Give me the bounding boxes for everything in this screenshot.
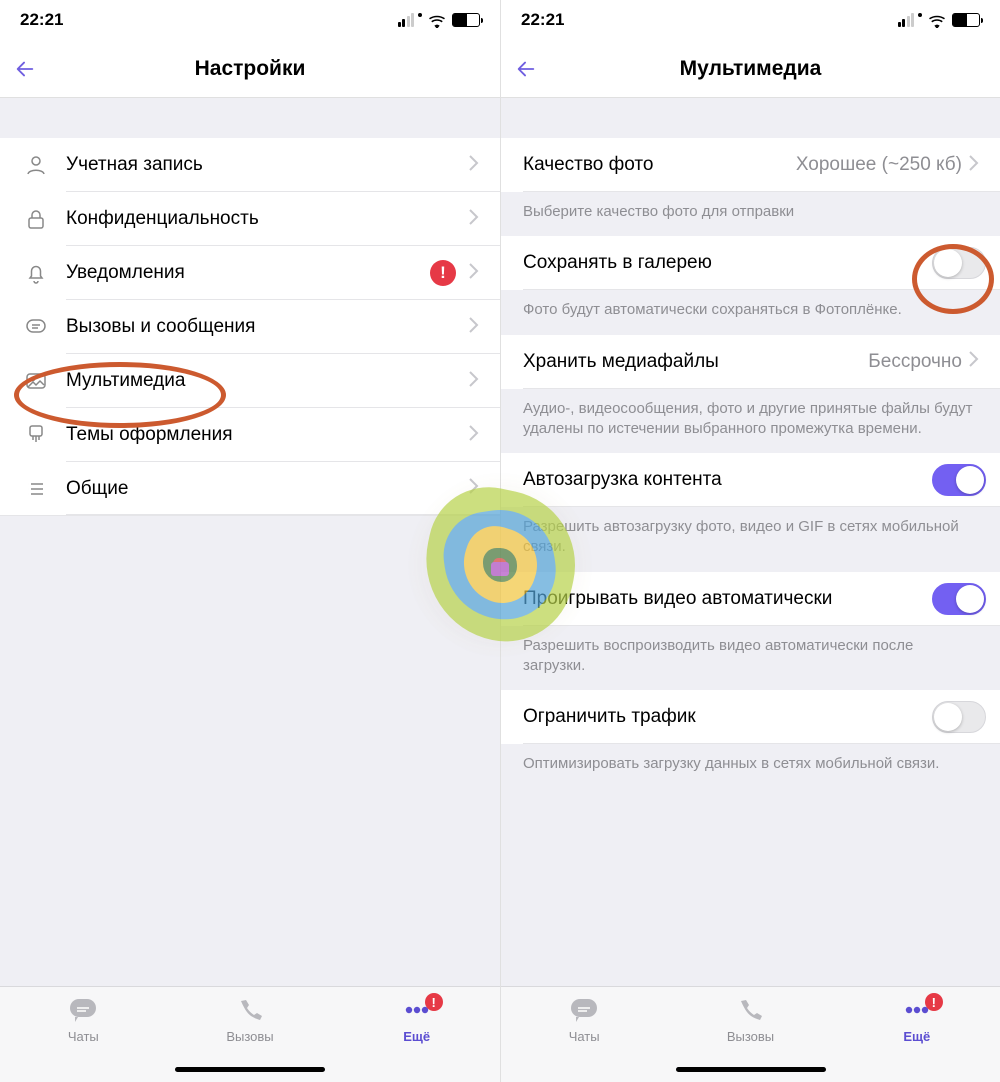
note-save-gallery: Фото будут автоматически сохраняться в Ф… xyxy=(501,290,1000,334)
wifi-icon xyxy=(428,13,446,27)
lock-icon xyxy=(22,205,50,233)
tab-label: Чаты xyxy=(569,1029,600,1044)
chevron-right-icon xyxy=(968,154,986,177)
tab-bar: Чаты Вызовы ! Ещё xyxy=(501,986,1000,1082)
tab-label: Ещё xyxy=(903,1029,930,1044)
image-icon xyxy=(22,367,50,395)
row-multimedia[interactable]: Мультимедиа xyxy=(0,354,500,408)
tab-label: Вызовы xyxy=(727,1029,774,1044)
row-label: Уведомления xyxy=(66,262,430,284)
cellular-icon xyxy=(398,13,415,27)
nav-header: Мультимедиа xyxy=(501,40,1000,98)
toggle-autoload[interactable] xyxy=(932,464,986,496)
toggle-limit-traffic[interactable] xyxy=(932,701,986,733)
row-autoplay[interactable]: Проигрывать видео автоматически xyxy=(501,572,1000,626)
row-label: Автозагрузка контента xyxy=(523,469,932,491)
settings-list: Учетная запись Конфиденциальность Уведом… xyxy=(0,138,500,516)
row-label: Темы оформления xyxy=(66,424,468,446)
row-value: Хорошее (~250 кб) xyxy=(796,154,962,176)
battery-icon xyxy=(952,13,980,27)
row-limit-traffic[interactable]: Ограничить трафик xyxy=(501,690,1000,744)
row-photo-quality[interactable]: Качество фото Хорошее (~250 кб) xyxy=(501,138,1000,192)
nav-header: Настройки xyxy=(0,40,500,98)
tab-label: Ещё xyxy=(403,1029,430,1044)
tab-chats[interactable]: Чаты xyxy=(502,995,667,1082)
chevron-right-icon xyxy=(468,424,486,447)
toggle-autoplay[interactable] xyxy=(932,583,986,615)
status-indicators xyxy=(898,13,981,27)
home-indicator[interactable] xyxy=(175,1067,325,1072)
back-button[interactable] xyxy=(515,58,537,80)
status-time: 22:21 xyxy=(521,10,564,30)
row-label: Качество фото xyxy=(523,154,796,176)
cellular-icon xyxy=(898,13,915,27)
chevron-right-icon xyxy=(468,477,486,500)
row-label: Хранить медиафайлы xyxy=(523,351,868,373)
note-autoplay: Разрешить воспроизводить видео автоматич… xyxy=(501,626,1000,691)
row-label: Проигрывать видео автоматически xyxy=(523,588,932,610)
tab-badge: ! xyxy=(925,993,943,1011)
row-autoload[interactable]: Автозагрузка контента xyxy=(501,453,1000,507)
note-limit-traffic: Оптимизировать загрузку данных в сетях м… xyxy=(501,744,1000,788)
phone-icon xyxy=(233,995,267,1025)
alert-badge: ! xyxy=(430,260,456,286)
row-privacy[interactable]: Конфиденциальность xyxy=(0,192,500,246)
row-general[interactable]: Общие xyxy=(0,462,500,516)
tab-bar: Чаты Вызовы ! Ещё xyxy=(0,986,500,1082)
brush-icon xyxy=(22,421,50,449)
person-icon xyxy=(22,151,50,179)
status-bar: 22:21 xyxy=(0,0,500,40)
note-keep-media: Аудио-, видеосообщения, фото и другие пр… xyxy=(501,389,1000,454)
row-label: Общие xyxy=(66,478,468,500)
chevron-right-icon xyxy=(468,316,486,339)
list-icon xyxy=(22,475,50,503)
tab-badge: ! xyxy=(425,993,443,1011)
row-label: Вызовы и сообщения xyxy=(66,316,468,338)
row-themes[interactable]: Темы оформления xyxy=(0,408,500,462)
row-keep-media[interactable]: Хранить медиафайлы Бессрочно xyxy=(501,335,1000,389)
note-autoload: Разрешить автозагрузку фото, видео и GIF… xyxy=(501,507,1000,572)
note-photo-quality: Выберите качество фото для отправки xyxy=(501,192,1000,236)
chat-icon xyxy=(22,313,50,341)
screen-settings: 22:21 Настройки Учетная запись xyxy=(0,0,500,1082)
tab-more[interactable]: ! Ещё xyxy=(334,995,499,1082)
row-label: Мультимедиа xyxy=(66,370,468,392)
chevron-right-icon xyxy=(468,208,486,231)
row-label: Конфиденциальность xyxy=(66,208,468,230)
tab-chats[interactable]: Чаты xyxy=(1,995,166,1082)
row-notifications[interactable]: Уведомления ! xyxy=(0,246,500,300)
chevron-right-icon xyxy=(468,154,486,177)
toggle-save-gallery[interactable] xyxy=(932,247,986,279)
chevron-right-icon xyxy=(968,350,986,373)
tab-label: Вызовы xyxy=(226,1029,273,1044)
home-indicator[interactable] xyxy=(676,1067,826,1072)
page-title: Мультимедиа xyxy=(680,57,822,81)
battery-icon xyxy=(452,13,480,27)
row-label: Сохранять в галерею xyxy=(523,252,932,274)
tab-label: Чаты xyxy=(68,1029,99,1044)
row-account[interactable]: Учетная запись xyxy=(0,138,500,192)
status-indicators xyxy=(398,13,481,27)
wifi-icon xyxy=(928,13,946,27)
bell-icon xyxy=(22,259,50,287)
status-time: 22:21 xyxy=(20,10,63,30)
tab-more[interactable]: ! Ещё xyxy=(834,995,999,1082)
row-value: Бессрочно xyxy=(868,351,962,373)
phone-icon xyxy=(733,995,767,1025)
back-button[interactable] xyxy=(14,58,36,80)
chat-bubble-icon xyxy=(66,995,100,1025)
chat-bubble-icon xyxy=(567,995,601,1025)
chevron-right-icon xyxy=(468,262,486,285)
row-label: Учетная запись xyxy=(66,154,468,176)
chevron-right-icon xyxy=(468,370,486,393)
screen-multimedia: 22:21 Мультимедиа Качество фото Хорошее … xyxy=(500,0,1000,1082)
row-save-gallery[interactable]: Сохранять в галерею xyxy=(501,236,1000,290)
status-bar: 22:21 xyxy=(501,0,1000,40)
page-title: Настройки xyxy=(195,57,306,81)
row-calls-messages[interactable]: Вызовы и сообщения xyxy=(0,300,500,354)
row-label: Ограничить трафик xyxy=(523,706,932,728)
